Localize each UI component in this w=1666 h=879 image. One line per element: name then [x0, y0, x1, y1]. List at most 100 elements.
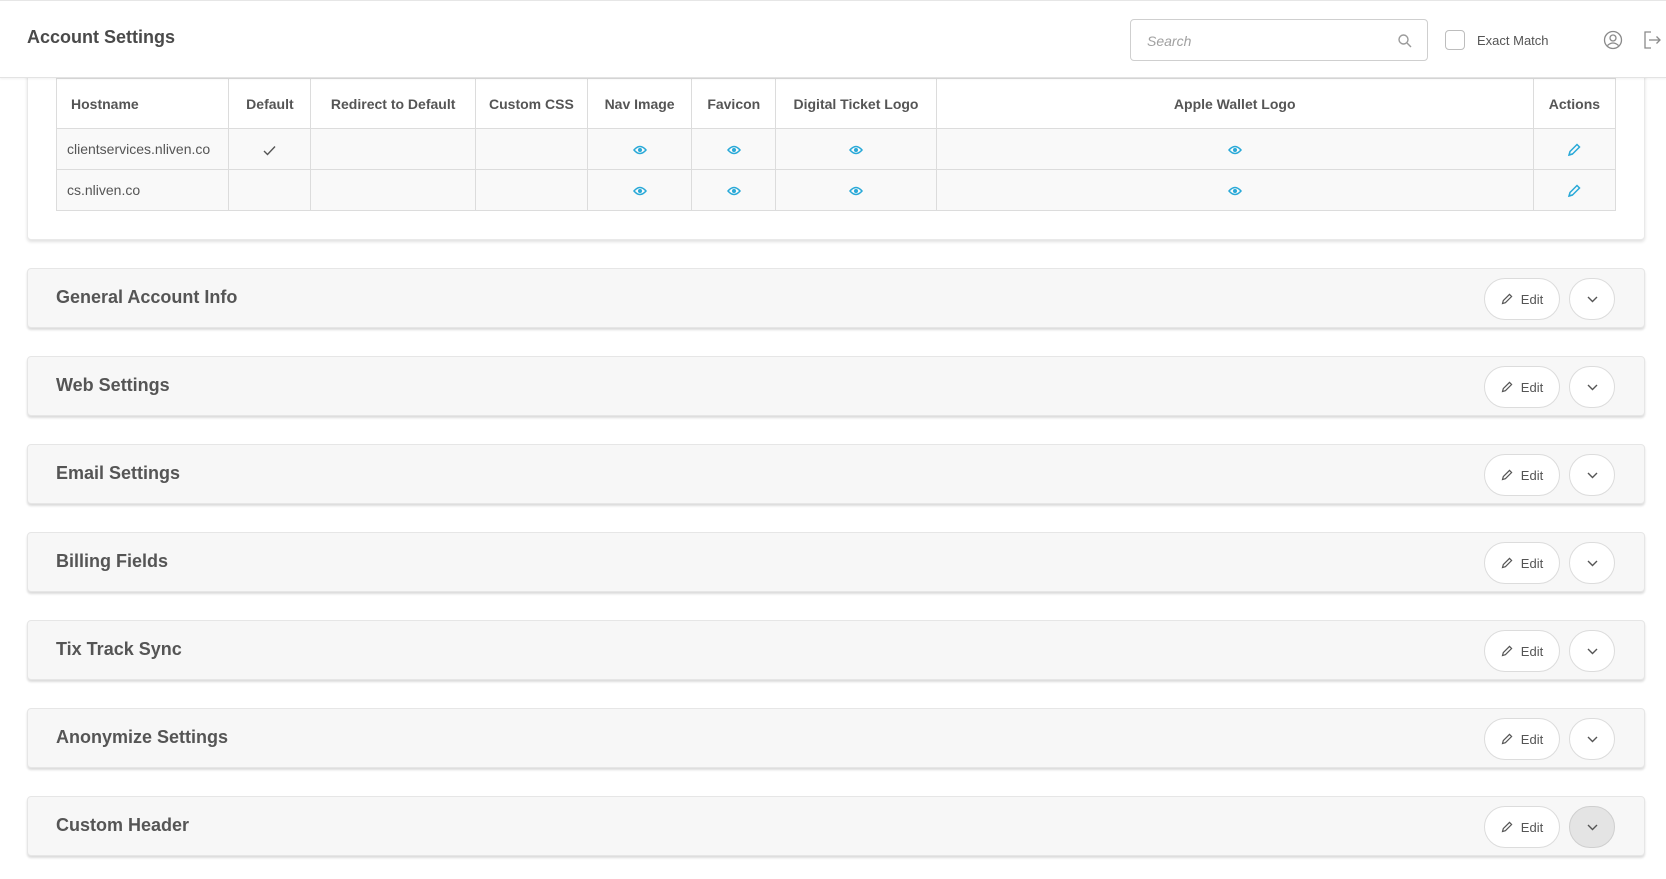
section-anonymize-settings: Anonymize Settings Edit: [27, 708, 1645, 768]
chevron-down-icon: [1587, 296, 1597, 302]
edit-tix-track-sync-button[interactable]: Edit: [1484, 630, 1560, 672]
expand-web-settings-button[interactable]: [1569, 366, 1615, 408]
edit-button-label: Edit: [1520, 643, 1544, 659]
table-row: cs.nliven.co: [55, 169, 1617, 211]
view-nav-image-icon[interactable]: [632, 186, 647, 196]
logout-icon[interactable]: [1642, 30, 1662, 50]
chevron-down-icon: [1587, 472, 1597, 478]
custom-css-cell: [474, 169, 589, 211]
expand-billing-fields-button[interactable]: [1569, 542, 1615, 584]
search-box: [1130, 19, 1428, 61]
custom-css-cell: [474, 128, 589, 170]
section-title: Email Settings: [56, 463, 181, 483]
view-nav-image-icon[interactable]: [632, 145, 647, 155]
section-billing-fields: Billing Fields Edit: [27, 532, 1645, 592]
pencil-icon: [1501, 821, 1513, 833]
search-input[interactable]: [1145, 30, 1389, 52]
pencil-icon: [1501, 381, 1513, 393]
chevron-down-icon: [1587, 648, 1597, 654]
pencil-icon: [1501, 293, 1513, 305]
edit-button-label: Edit: [1520, 819, 1544, 835]
chevron-down-icon: [1587, 824, 1597, 830]
column-header-favicon[interactable]: Favicon: [691, 78, 777, 129]
column-header-hostname[interactable]: Hostname: [55, 78, 230, 129]
section-web-settings: Web Settings Edit: [27, 356, 1645, 416]
column-header-nav-image[interactable]: Nav Image: [586, 78, 693, 129]
view-digital-ticket-logo-icon[interactable]: [848, 186, 863, 196]
chevron-down-icon: [1587, 736, 1597, 742]
edit-general-account-info-button[interactable]: Edit: [1484, 278, 1560, 320]
nav-image-cell: [586, 169, 693, 211]
redirect-cell: [310, 169, 476, 211]
expand-tix-track-sync-button[interactable]: [1569, 630, 1615, 672]
favicon-cell: [691, 128, 777, 170]
edit-button-label: Edit: [1520, 555, 1544, 571]
expand-anonymize-settings-button[interactable]: [1569, 718, 1615, 760]
apple-wallet-logo-cell: [935, 169, 1534, 211]
edit-email-settings-button[interactable]: Edit: [1484, 454, 1560, 496]
table-row: clientservices.nliven.co: [55, 128, 1617, 170]
edit-button-label: Edit: [1520, 379, 1544, 395]
pencil-icon: [1501, 645, 1513, 657]
exact-match-label: Exact Match: [1477, 32, 1549, 48]
view-apple-wallet-logo-icon[interactable]: [1227, 145, 1242, 155]
section-title: General Account Info: [56, 287, 238, 307]
edit-web-settings-button[interactable]: Edit: [1484, 366, 1560, 408]
section-title: Web Settings: [56, 375, 170, 395]
pencil-icon: [1501, 733, 1513, 745]
digital-ticket-logo-cell: [775, 128, 937, 170]
column-header-apple-wallet-logo[interactable]: Apple Wallet Logo: [935, 78, 1534, 129]
view-digital-ticket-logo-icon[interactable]: [848, 145, 863, 155]
checkmark-icon: [263, 145, 276, 156]
section-tix-track-sync: Tix Track Sync Edit: [27, 620, 1645, 680]
edit-billing-fields-button[interactable]: Edit: [1484, 542, 1560, 584]
top-header: Account Settings Exact Match: [0, 0, 1666, 78]
favicon-cell: [691, 169, 777, 211]
hostnames-table: Hostname Default Redirect to Default Cus…: [55, 78, 1617, 211]
actions-cell: [1532, 169, 1617, 211]
section-general-account-info: General Account Info Edit: [27, 268, 1645, 328]
search-icon[interactable]: [1397, 33, 1413, 49]
actions-cell: [1532, 128, 1617, 170]
view-apple-wallet-logo-icon[interactable]: [1227, 186, 1242, 196]
pencil-icon: [1501, 557, 1513, 569]
edit-hostname-icon[interactable]: [1567, 184, 1581, 198]
view-favicon-icon[interactable]: [726, 145, 741, 155]
column-header-actions: Actions: [1532, 78, 1617, 129]
edit-button-label: Edit: [1520, 467, 1544, 483]
section-title: Custom Header: [56, 815, 190, 835]
expand-email-settings-button[interactable]: [1569, 454, 1615, 496]
view-favicon-icon[interactable]: [726, 186, 741, 196]
chevron-down-icon: [1587, 560, 1597, 566]
default-cell: [228, 169, 312, 211]
user-account-icon[interactable]: [1603, 30, 1623, 50]
page-title: Account Settings: [27, 27, 176, 47]
edit-anonymize-settings-button[interactable]: Edit: [1484, 718, 1560, 760]
column-header-custom-css[interactable]: Custom CSS: [474, 78, 589, 129]
exact-match-toggle[interactable]: Exact Match: [1445, 29, 1549, 51]
section-title: Billing Fields: [56, 551, 169, 571]
hostname-cell: clientservices.nliven.co: [55, 128, 230, 170]
expand-general-account-info-button[interactable]: [1569, 278, 1615, 320]
redirect-cell: [310, 128, 476, 170]
nav-image-cell: [586, 128, 693, 170]
column-header-digital-ticket-logo[interactable]: Digital Ticket Logo: [775, 78, 937, 129]
digital-ticket-logo-cell: [775, 169, 937, 211]
edit-hostname-icon[interactable]: [1567, 143, 1581, 157]
edit-custom-header-button[interactable]: Edit: [1484, 806, 1560, 848]
chevron-down-icon: [1587, 384, 1597, 390]
section-custom-header: Custom Header Edit: [27, 796, 1645, 856]
hostname-cell: cs.nliven.co: [55, 169, 230, 211]
section-email-settings: Email Settings Edit: [27, 444, 1645, 504]
table-header-row: Hostname Default Redirect to Default Cus…: [55, 78, 1617, 129]
expand-custom-header-button[interactable]: [1569, 806, 1615, 848]
column-header-default[interactable]: Default: [228, 78, 312, 129]
edit-button-label: Edit: [1520, 731, 1544, 747]
default-cell: [228, 128, 312, 170]
column-header-redirect[interactable]: Redirect to Default: [310, 78, 476, 129]
apple-wallet-logo-cell: [935, 128, 1534, 170]
section-title: Tix Track Sync: [56, 639, 182, 659]
exact-match-checkbox[interactable]: [1445, 30, 1465, 50]
section-title: Anonymize Settings: [56, 727, 229, 747]
pencil-icon: [1501, 469, 1513, 481]
